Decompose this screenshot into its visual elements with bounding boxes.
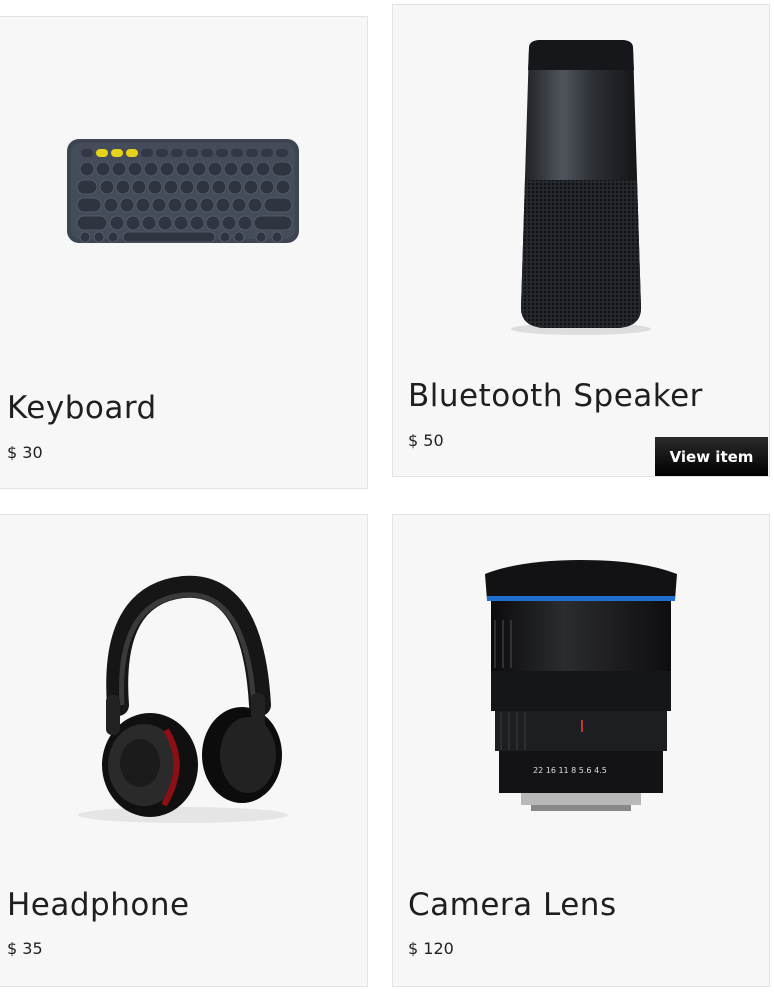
- product-card-bluetooth-speaker[interactable]: Bluetooth Speaker $ 50 View item: [392, 4, 770, 477]
- camera-lens-icon: 0.25 0.2 0.15 10 12 14 16 22 16 11 8 5.6…: [485, 560, 677, 811]
- product-title[interactable]: Headphone: [7, 887, 190, 923]
- product-card-camera-lens[interactable]: 0.25 0.2 0.15 10 12 14 16 22 16 11 8 5.6…: [392, 514, 770, 987]
- product-card-keyboard[interactable]: Keyboard $ 30: [0, 16, 368, 489]
- speaker-icon: [511, 39, 651, 335]
- product-title[interactable]: Keyboard: [7, 390, 157, 426]
- product-image-camera-lens: 0.25 0.2 0.15 10 12 14 16 22 16 11 8 5.6…: [393, 515, 769, 875]
- product-price: $ 50: [408, 431, 444, 450]
- headphone-icon: [78, 575, 288, 823]
- product-image-headphone: [0, 515, 367, 865]
- product-image-keyboard: [0, 17, 367, 367]
- svg-text:22 16 11 8 5.6 4.5: 22 16 11 8 5.6 4.5: [533, 766, 607, 775]
- product-price: $ 35: [7, 939, 43, 958]
- product-card-headphone[interactable]: Headphone $ 35: [0, 514, 368, 987]
- product-title[interactable]: Bluetooth Speaker: [408, 378, 703, 414]
- product-title[interactable]: Camera Lens: [408, 887, 617, 923]
- product-price: $ 120: [408, 939, 454, 958]
- view-item-button[interactable]: View item: [655, 437, 768, 476]
- product-image-bluetooth-speaker: [393, 5, 769, 370]
- keyboard-icon: [67, 139, 299, 243]
- product-price: $ 30: [7, 443, 43, 462]
